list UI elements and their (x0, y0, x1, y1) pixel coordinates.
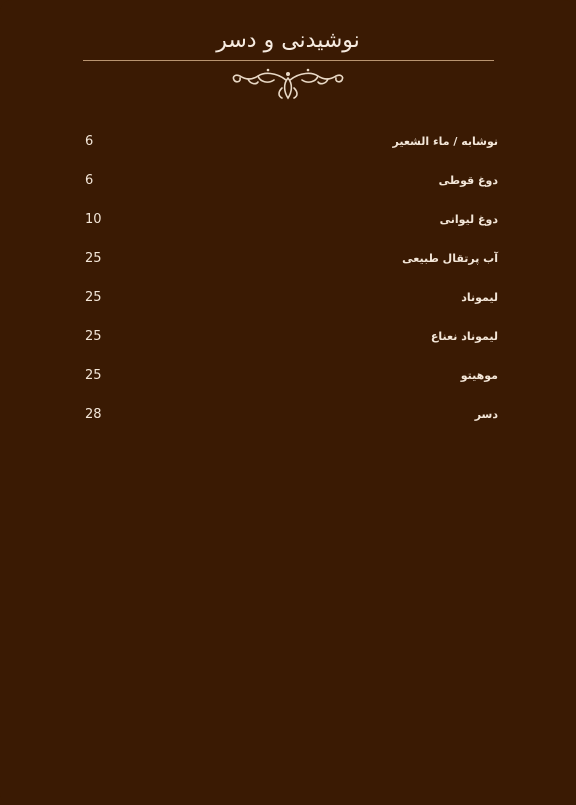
item-name: دوغ لیوانی (439, 213, 498, 226)
item-price: 25 (85, 251, 102, 266)
item-name: نوشابه / ماء الشعير (392, 135, 498, 148)
title-divider-line (83, 60, 494, 61)
menu-item-row[interactable]: 10 دوغ لیوانی (83, 200, 498, 239)
menu-item-row[interactable]: 25 لیموناد نعناع (83, 317, 498, 356)
flourish-divider-icon (232, 68, 344, 100)
page-title: نوشیدنی و دسر (216, 28, 360, 53)
item-name: لیموناد (461, 291, 498, 304)
menu-item-row[interactable]: 28 دسر (83, 395, 498, 434)
menu-item-row[interactable]: 6 دوغ قوطی (83, 161, 498, 200)
menu-item-row[interactable]: 25 لیموناد (83, 278, 498, 317)
item-price: 6 (85, 134, 94, 149)
item-price: 28 (85, 407, 102, 422)
item-price: 25 (85, 329, 102, 344)
item-price: 10 (85, 212, 102, 227)
menu-item-row[interactable]: 25 موهیتو (83, 356, 498, 395)
item-name: دسر (474, 408, 498, 421)
menu-item-row[interactable]: 25 آب پرتقال طبیعی (83, 239, 498, 278)
menu-page: نوشیدنی و دسر 6 نوشابه / ماء الشعير 6 دو… (0, 0, 576, 805)
item-name: آب پرتقال طبیعی (402, 252, 498, 265)
menu-item-row[interactable]: 6 نوشابه / ماء الشعير (83, 122, 498, 161)
item-price: 25 (85, 290, 102, 305)
item-price: 25 (85, 368, 102, 383)
item-price: 6 (85, 173, 94, 188)
item-name: موهیتو (460, 369, 498, 382)
menu-items-list: 6 نوشابه / ماء الشعير 6 دوغ قوطی 10 دوغ … (83, 122, 498, 434)
item-name: لیموناد نعناع (430, 330, 498, 343)
item-name: دوغ قوطی (438, 174, 498, 187)
